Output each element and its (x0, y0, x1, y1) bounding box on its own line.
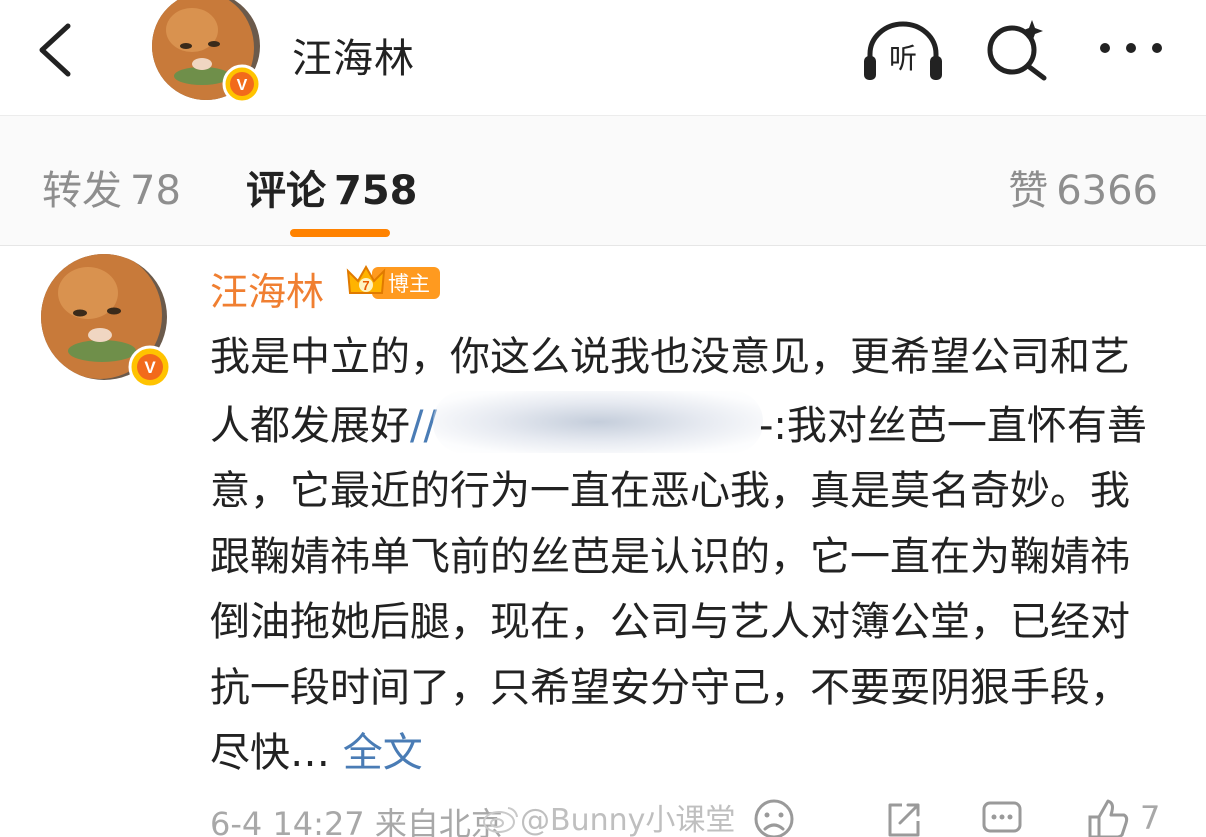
comment-avatar[interactable]: V (40, 253, 172, 389)
svg-text:听: 听 (889, 42, 917, 75)
tab-comments-count: 758 (334, 168, 418, 214)
watermark: @Bunny小课堂 (482, 795, 735, 837)
blogger-badge: 7 博主 (346, 263, 442, 303)
comment-footer: 6-4 14:27 来自北京 @Bunny小课堂 7 (0, 795, 1206, 837)
blurred-mention (432, 390, 763, 453)
tab-bar: 转发 78 评论 758 赞 6366 (0, 116, 1206, 246)
back-button[interactable] (30, 20, 80, 80)
tab-comments-label: 评论 (246, 168, 326, 214)
comment-author-name[interactable]: 汪海林 (210, 261, 324, 316)
active-tab-indicator (290, 229, 390, 237)
page-title: 汪海林 (292, 36, 415, 82)
comment-icon (982, 801, 1022, 833)
tab-reposts-count: 78 (130, 168, 181, 214)
back-arrow-icon (39, 23, 71, 77)
watermark-text: @Bunny小课堂 (520, 803, 736, 837)
tab-reposts-label: 转发 (42, 168, 122, 214)
more-options-button[interactable] (1096, 30, 1166, 70)
search-button[interactable] (984, 16, 1050, 82)
like-button[interactable] (1086, 797, 1130, 837)
svg-text:V: V (237, 77, 248, 94)
svg-text:V: V (144, 358, 156, 377)
search-sparkle-icon (987, 20, 1047, 81)
header-avatar[interactable]: V (152, 0, 262, 104)
weibo-logo-icon (483, 807, 518, 833)
headphones-icon: 听 (864, 21, 942, 80)
verified-v-icon: V (128, 345, 172, 389)
more-dots-icon (1100, 43, 1162, 53)
share-button[interactable] (882, 797, 926, 837)
svg-text:博主: 博主 (388, 272, 430, 296)
verified-v-icon: V (222, 64, 262, 104)
comment-text-quoted: -:我对丝芭一直怀有善意，它最近的行为一直在恶心我，真是莫名奇妙。我跟鞠婧祎单飞… (210, 402, 1147, 777)
reply-button[interactable] (980, 797, 1024, 837)
share-icon (888, 803, 920, 837)
listen-button[interactable]: 听 (862, 18, 944, 82)
tab-reposts[interactable]: 转发 78 (42, 158, 181, 216)
top-nav-bar: V 汪海林 听 (0, 0, 1206, 116)
like-count: 7 (1140, 799, 1161, 837)
comment-meta: 6-4 14:27 来自北京 (210, 799, 503, 837)
like-icon (1088, 799, 1129, 837)
comment-time: 6-4 14:27 (210, 805, 365, 837)
comment-item: V 汪海林 7 博主 我是中立的，你这么说我也没意见，更希望公司和艺人都发展好/… (0, 247, 1206, 837)
tab-likes-count: 6366 (1056, 168, 1158, 214)
svg-text:7: 7 (362, 278, 369, 293)
comment-text: 我是中立的，你这么说我也没意见，更希望公司和艺人都发展好//-:我对丝芭一直怀有… (210, 325, 1160, 787)
tab-likes-label: 赞 (1008, 168, 1049, 214)
tab-comments[interactable]: 评论 758 (246, 158, 418, 216)
full-text-link[interactable]: 全文 (330, 730, 423, 776)
react-button[interactable] (752, 797, 796, 837)
tab-likes[interactable]: 赞 6366 (1008, 158, 1158, 216)
sad-emoji-icon (754, 799, 794, 837)
